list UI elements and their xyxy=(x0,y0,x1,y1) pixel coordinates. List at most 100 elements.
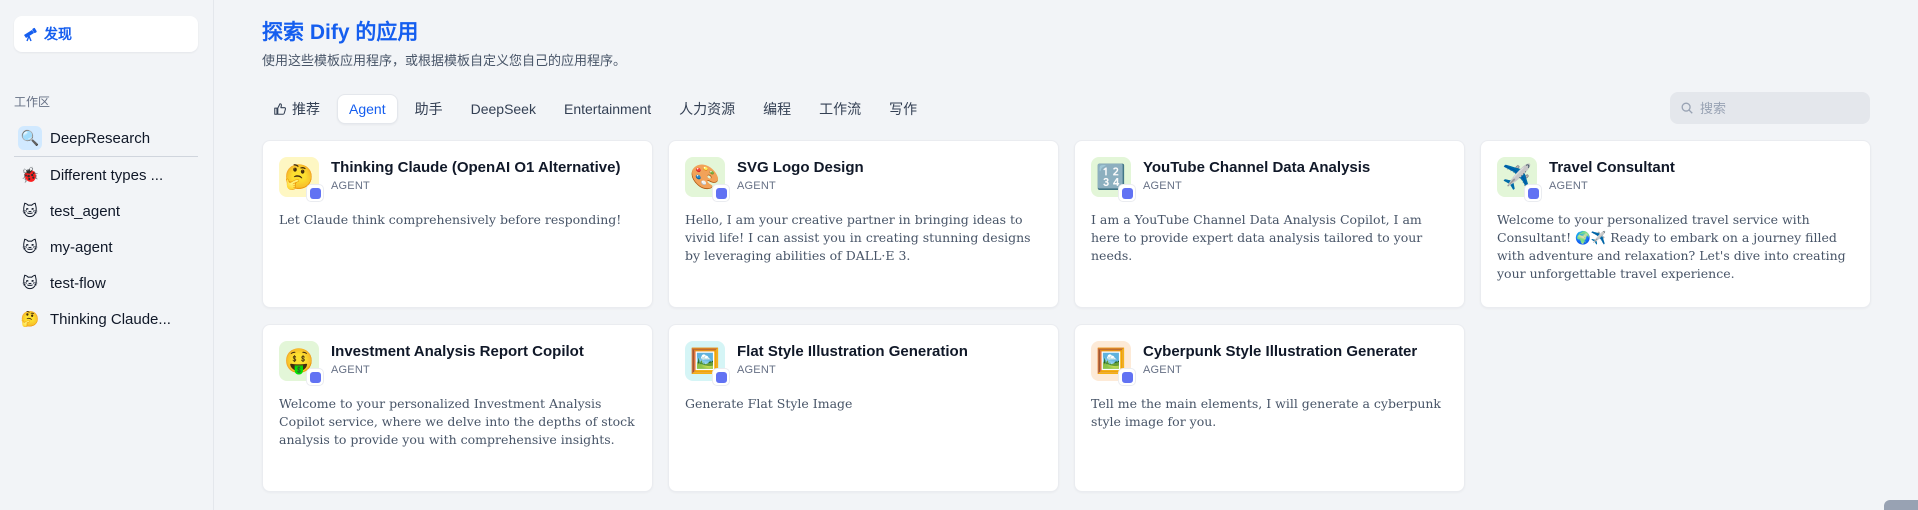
card-header: 🤑 Investment Analysis Report Copilot AGENT xyxy=(279,341,636,385)
app-card[interactable]: 🖼️ Cyberpunk Style Illustration Generater… xyxy=(1074,324,1465,492)
tab-label: 推荐 xyxy=(292,101,320,117)
card-header: 🔢 YouTube Channel Data Analysis AGENT xyxy=(1091,157,1448,201)
search-icon xyxy=(1681,102,1693,114)
app-icon: 🤑 xyxy=(279,341,323,385)
card-title: Cyberpunk Style Illustration Generater xyxy=(1143,343,1418,360)
app-icon: ✈️ xyxy=(1497,157,1541,201)
workspace-app-list: 🔍 DeepResearch 🐞 Different types ... 🐱 test_a… xyxy=(14,120,198,337)
sidebar-app-item[interactable]: 🐱 test_agent xyxy=(14,193,198,229)
sidebar-app-label: test-flow xyxy=(50,274,106,292)
agent-badge-icon xyxy=(713,185,729,201)
search-box[interactable] xyxy=(1670,92,1870,124)
card-type: AGENT xyxy=(1143,364,1182,376)
search-input[interactable] xyxy=(1700,100,1860,116)
tab-category[interactable]: Agent xyxy=(337,94,398,124)
tab-label: 工作流 xyxy=(819,101,862,117)
tab-category[interactable]: 编程 xyxy=(752,94,802,124)
agent-badge-icon xyxy=(307,185,323,201)
app-card[interactable]: ✈️ Travel Consultant AGENT Welcome to your … xyxy=(1480,140,1871,308)
card-description: I am a YouTube Channel Data Analysis Cop… xyxy=(1091,212,1423,263)
app-card[interactable]: 🔢 YouTube Channel Data Analysis AGENT I am … xyxy=(1074,140,1465,308)
telescope-icon xyxy=(24,27,37,42)
category-tabs: 推荐 Agent 助手 DeepSeek Entertainment 人力资源 编程 工作流 写… xyxy=(262,94,928,124)
card-title: Thinking Claude (OpenAI O1 Alternative) xyxy=(331,159,621,176)
tab-category[interactable]: Entertainment xyxy=(553,94,662,124)
app-icon: 🖼️ xyxy=(685,341,729,385)
card-title: Investment Analysis Report Copilot xyxy=(331,343,584,360)
workspace-label: 工作区 xyxy=(14,95,51,109)
tab-label: 助手 xyxy=(414,101,443,117)
app-icon: 🔢 xyxy=(1091,157,1135,201)
card-description: Generate Flat Style Image xyxy=(685,396,853,411)
card-title: Travel Consultant xyxy=(1549,159,1675,176)
agent-badge-icon xyxy=(713,369,729,385)
card-title: SVG Logo Design xyxy=(737,159,864,176)
sidebar: 发现 工作区 🔍 DeepResearch 🐞 Different types ...… xyxy=(0,0,214,510)
main-content: 探索 Dify 的应用 使用这些模板应用程序，或根据模板自定义您自己的应用程序。… xyxy=(215,0,1918,510)
tab-category[interactable]: DeepSeek xyxy=(460,94,547,124)
app-icon: 🐱 xyxy=(22,239,38,256)
sidebar-app-item[interactable]: 🤔 Thinking Claude... xyxy=(14,301,198,337)
scrollbar-thumb[interactable] xyxy=(1884,500,1918,510)
card-type: AGENT xyxy=(331,180,370,192)
card-type: AGENT xyxy=(737,180,776,192)
sidebar-app-label: test_agent xyxy=(50,202,121,220)
sidebar-app-label: Thinking Claude... xyxy=(50,310,171,328)
tab-category[interactable]: 工作流 xyxy=(808,94,872,124)
card-description: Tell me the main elements, I will genera… xyxy=(1091,396,1441,429)
agent-badge-icon xyxy=(307,369,323,385)
agent-badge-icon xyxy=(1119,369,1135,385)
app-icon: 🎨 xyxy=(685,157,729,201)
card-type: AGENT xyxy=(331,364,370,376)
card-header: 🖼️ Flat Style Illustration Generation AGEN… xyxy=(685,341,1042,385)
sidebar-app-item[interactable]: 🐞 Different types ... xyxy=(14,157,198,193)
app-icon: 🐱 xyxy=(22,203,38,220)
tab-category[interactable]: 助手 xyxy=(404,94,454,124)
card-title: Flat Style Illustration Generation xyxy=(737,343,968,360)
app-icon: 🐱 xyxy=(22,275,38,292)
discover-label: 发现 xyxy=(44,26,72,42)
sidebar-app-label: my-agent xyxy=(50,238,113,256)
card-header: 🎨 SVG Logo Design AGENT xyxy=(685,157,1042,201)
card-description: Let Claude think comprehensively before … xyxy=(279,212,622,227)
agent-badge-icon xyxy=(1119,185,1135,201)
tab-label: 写作 xyxy=(889,101,918,117)
card-description: Hello, I am your creative partner in bri… xyxy=(685,212,1031,263)
sidebar-app-item[interactable]: 🔍 DeepResearch xyxy=(14,120,198,156)
tab-label: Agent xyxy=(349,101,386,117)
sidebar-app-label: Different types ... xyxy=(50,166,164,184)
app-card[interactable]: 🖼️ Flat Style Illustration Generation AGEN… xyxy=(668,324,1059,492)
app-card[interactable]: 🤔 Thinking Claude (OpenAI O1 Alternative)… xyxy=(262,140,653,308)
card-meta: Investment Analysis Report Copilot AGENT xyxy=(331,341,584,376)
sidebar-app-label: DeepResearch xyxy=(50,129,151,147)
tab-category[interactable]: 写作 xyxy=(878,94,928,124)
card-meta: Travel Consultant AGENT xyxy=(1549,157,1675,192)
discover-nav-button[interactable]: 发现 xyxy=(14,16,198,52)
card-meta: YouTube Channel Data Analysis AGENT xyxy=(1143,157,1370,192)
card-type: AGENT xyxy=(737,364,776,376)
app-card[interactable]: 🎨 SVG Logo Design AGENT Hello, I am your cr… xyxy=(668,140,1059,308)
tab-label: 编程 xyxy=(763,101,792,117)
card-type: AGENT xyxy=(1549,180,1588,192)
card-meta: Flat Style Illustration Generation AGENT xyxy=(737,341,968,376)
tab-label: Entertainment xyxy=(563,101,652,117)
card-type: AGENT xyxy=(1143,180,1182,192)
card-meta: SVG Logo Design AGENT xyxy=(737,157,864,192)
app-icon: 🐞 xyxy=(20,167,40,184)
app-icon: 🔍 xyxy=(18,126,42,150)
sidebar-app-item[interactable]: 🐱 my-agent xyxy=(14,229,198,265)
agent-badge-icon xyxy=(1525,185,1541,201)
app-card[interactable]: 🤑 Investment Analysis Report Copilot AGENT… xyxy=(262,324,653,492)
tab-category[interactable]: 推荐 xyxy=(262,94,331,124)
card-meta: Thinking Claude (OpenAI O1 Alternative) A… xyxy=(331,157,620,192)
tab-label: DeepSeek xyxy=(470,101,536,117)
app-icon: 🖼️ xyxy=(1091,341,1135,385)
tab-category[interactable]: 人力资源 xyxy=(668,94,746,124)
card-description: Welcome to your personalized travel serv… xyxy=(1497,212,1846,281)
page-title: 探索 Dify 的应用 xyxy=(262,21,419,44)
thumbs-up-icon xyxy=(274,103,287,115)
app-icon: 🤔 xyxy=(279,157,323,201)
page-subtitle: 使用这些模板应用程序，或根据模板自定义您自己的应用程序。 xyxy=(262,53,627,68)
card-title: YouTube Channel Data Analysis xyxy=(1143,159,1371,176)
sidebar-app-item[interactable]: 🐱 test-flow xyxy=(14,265,198,301)
